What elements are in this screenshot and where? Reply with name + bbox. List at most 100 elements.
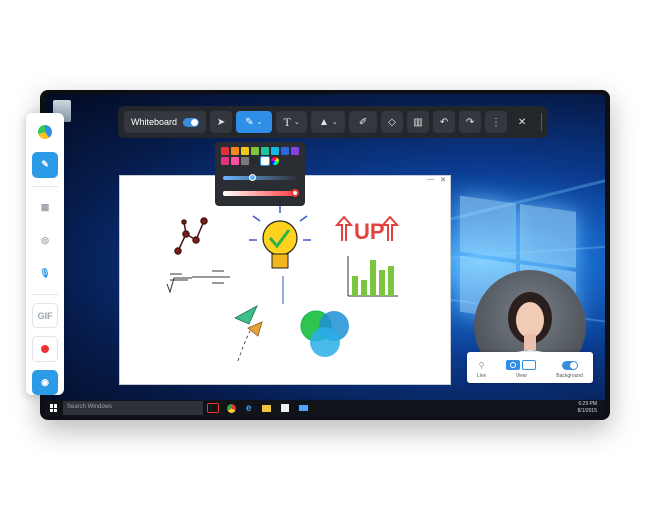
color-swatch[interactable] xyxy=(281,147,289,155)
chevron-down-icon: ⌄ xyxy=(331,119,338,126)
background-control[interactable]: Background xyxy=(556,361,583,379)
formula-doodle xyxy=(166,270,230,294)
view-mode-icons xyxy=(506,360,537,370)
minimize-icon[interactable]: — xyxy=(427,176,434,185)
more-options-button[interactable]: ⋮ xyxy=(485,111,508,133)
pen-opacity-slider[interactable] xyxy=(223,174,297,181)
color-swatch[interactable] xyxy=(241,157,249,165)
store-icon[interactable] xyxy=(280,404,289,412)
whiteboard-window-controls: — ✕ xyxy=(427,176,450,185)
whiteboard-toggle[interactable]: Whiteboard xyxy=(124,111,207,133)
paper-plane-doodle xyxy=(234,305,263,362)
edge-icon[interactable]: e xyxy=(246,403,252,414)
color-swatch[interactable] xyxy=(261,147,269,155)
eraser-icon: ◇ xyxy=(388,116,396,128)
slider-knob[interactable] xyxy=(291,189,299,197)
pen-color-popup xyxy=(215,142,305,206)
toolbar-divider xyxy=(541,113,542,131)
stamp-tool-button[interactable]: ▲ ⌄ xyxy=(311,111,346,133)
toggle-switch[interactable] xyxy=(183,117,200,127)
panel-divider xyxy=(32,185,58,187)
background-toggle[interactable] xyxy=(561,361,578,370)
screenshot-button[interactable]: ▦ xyxy=(32,194,58,219)
background-label: Background xyxy=(556,373,583,379)
system-tray[interactable]: 6:29 PM 8/1/2015 xyxy=(578,401,597,415)
live-label: Live xyxy=(477,373,487,379)
close-toolbar-button[interactable]: ✕ xyxy=(511,111,533,133)
redo-icon: ↷ xyxy=(465,116,475,128)
whiteboard-toggle-label: Whiteboard xyxy=(131,117,178,127)
color-swatch[interactable] xyxy=(221,147,229,155)
custom-color-icon[interactable] xyxy=(271,157,279,165)
more-vertical-icon: ⋮ xyxy=(491,116,502,128)
draw-mode-button[interactable]: ✎ xyxy=(32,152,58,178)
close-icon: ✕ xyxy=(517,116,527,128)
chevron-down-icon: ⌄ xyxy=(293,119,300,126)
taskbar-search-input[interactable]: Search Windows xyxy=(63,401,203,415)
microphone-icon: 🎙︎ xyxy=(39,268,51,279)
clock-date: 8/1/2015 xyxy=(577,408,597,414)
highlighter-icon: ✐ xyxy=(358,116,368,128)
pen-tool-button[interactable]: ✎ ⌄ xyxy=(236,111,272,133)
venn-diagram-doodle xyxy=(300,310,349,357)
pen-icon: ✎ xyxy=(245,116,254,128)
trash-icon: ▥ xyxy=(413,116,423,128)
webcam-button[interactable]: ◎ xyxy=(32,228,58,253)
highlighter-tool-button[interactable]: ✐ xyxy=(349,111,378,133)
color-swatch[interactable] xyxy=(231,157,239,165)
color-swatch[interactable] xyxy=(231,147,239,155)
chevron-down-icon: ⌄ xyxy=(256,119,263,126)
view-control[interactable]: View xyxy=(506,360,537,379)
cursor-icon: ➤ xyxy=(216,116,226,128)
bar-chart-doodle xyxy=(347,256,398,297)
color-swatch[interactable] xyxy=(221,157,229,165)
pen-icon: ✎ xyxy=(41,159,49,170)
molecule-doodle xyxy=(174,217,208,255)
redo-button[interactable]: ↷ xyxy=(459,111,482,133)
stamp-icon: ▲ xyxy=(318,116,329,128)
circle-view-icon[interactable] xyxy=(506,360,521,370)
lightbulb-doodle xyxy=(249,206,311,304)
image-icon: ▦ xyxy=(40,201,50,212)
color-swatches xyxy=(221,147,299,166)
broadcast-button[interactable]: ◉ xyxy=(32,369,58,396)
color-swatch[interactable] xyxy=(291,147,299,155)
recorder-taskbar-icon[interactable] xyxy=(207,403,219,413)
text-icon: T xyxy=(283,114,291,129)
gif-button[interactable]: GIF xyxy=(32,303,58,329)
text-tool-button[interactable]: T ⌄ xyxy=(275,111,308,133)
delete-button[interactable]: ▥ xyxy=(407,111,430,133)
mail-icon[interactable] xyxy=(298,405,308,411)
select-tool-button[interactable]: ➤ xyxy=(210,111,233,133)
slider-knob[interactable] xyxy=(249,174,256,181)
chrome-icon[interactable] xyxy=(227,403,236,413)
whiteboard-canvas[interactable]: — ✕ UP xyxy=(119,175,451,385)
color-swatch[interactable] xyxy=(260,156,270,166)
color-swatch[interactable] xyxy=(241,147,249,155)
undo-icon: ↶ xyxy=(439,116,449,128)
start-icon[interactable] xyxy=(50,404,58,412)
svg-text:UP: UP xyxy=(354,219,385,244)
clock-time: 6:29 PM xyxy=(578,401,597,407)
taskbar: Search Windows e 6:29 PM 8/1/2015 xyxy=(45,400,605,416)
pin-icon: ⚲ xyxy=(478,361,485,370)
color-swatch[interactable] xyxy=(271,147,279,155)
color-swatch[interactable] xyxy=(251,157,259,165)
live-control[interactable]: ⚲ Live xyxy=(477,361,486,379)
record-icon xyxy=(41,345,49,354)
panel-divider xyxy=(32,294,58,296)
record-button[interactable] xyxy=(32,336,58,362)
gif-label: GIF xyxy=(37,310,53,321)
app-logo-button[interactable] xyxy=(32,119,58,144)
window-close-icon[interactable]: ✕ xyxy=(440,176,446,185)
file-explorer-icon[interactable] xyxy=(261,404,271,412)
rect-view-icon[interactable] xyxy=(522,360,537,370)
up-text-doodle: UP xyxy=(334,215,400,244)
color-swatch[interactable] xyxy=(251,147,259,155)
undo-button[interactable]: ↶ xyxy=(433,111,456,133)
eraser-tool-button[interactable]: ◇ xyxy=(381,111,404,133)
broadcast-icon: ◉ xyxy=(41,376,49,387)
side-panel: ✎ ▦ ◎ 🎙︎ GIF ◉ xyxy=(26,113,64,396)
microphone-button[interactable]: 🎙︎ xyxy=(32,261,58,286)
pen-size-slider[interactable] xyxy=(223,189,299,197)
